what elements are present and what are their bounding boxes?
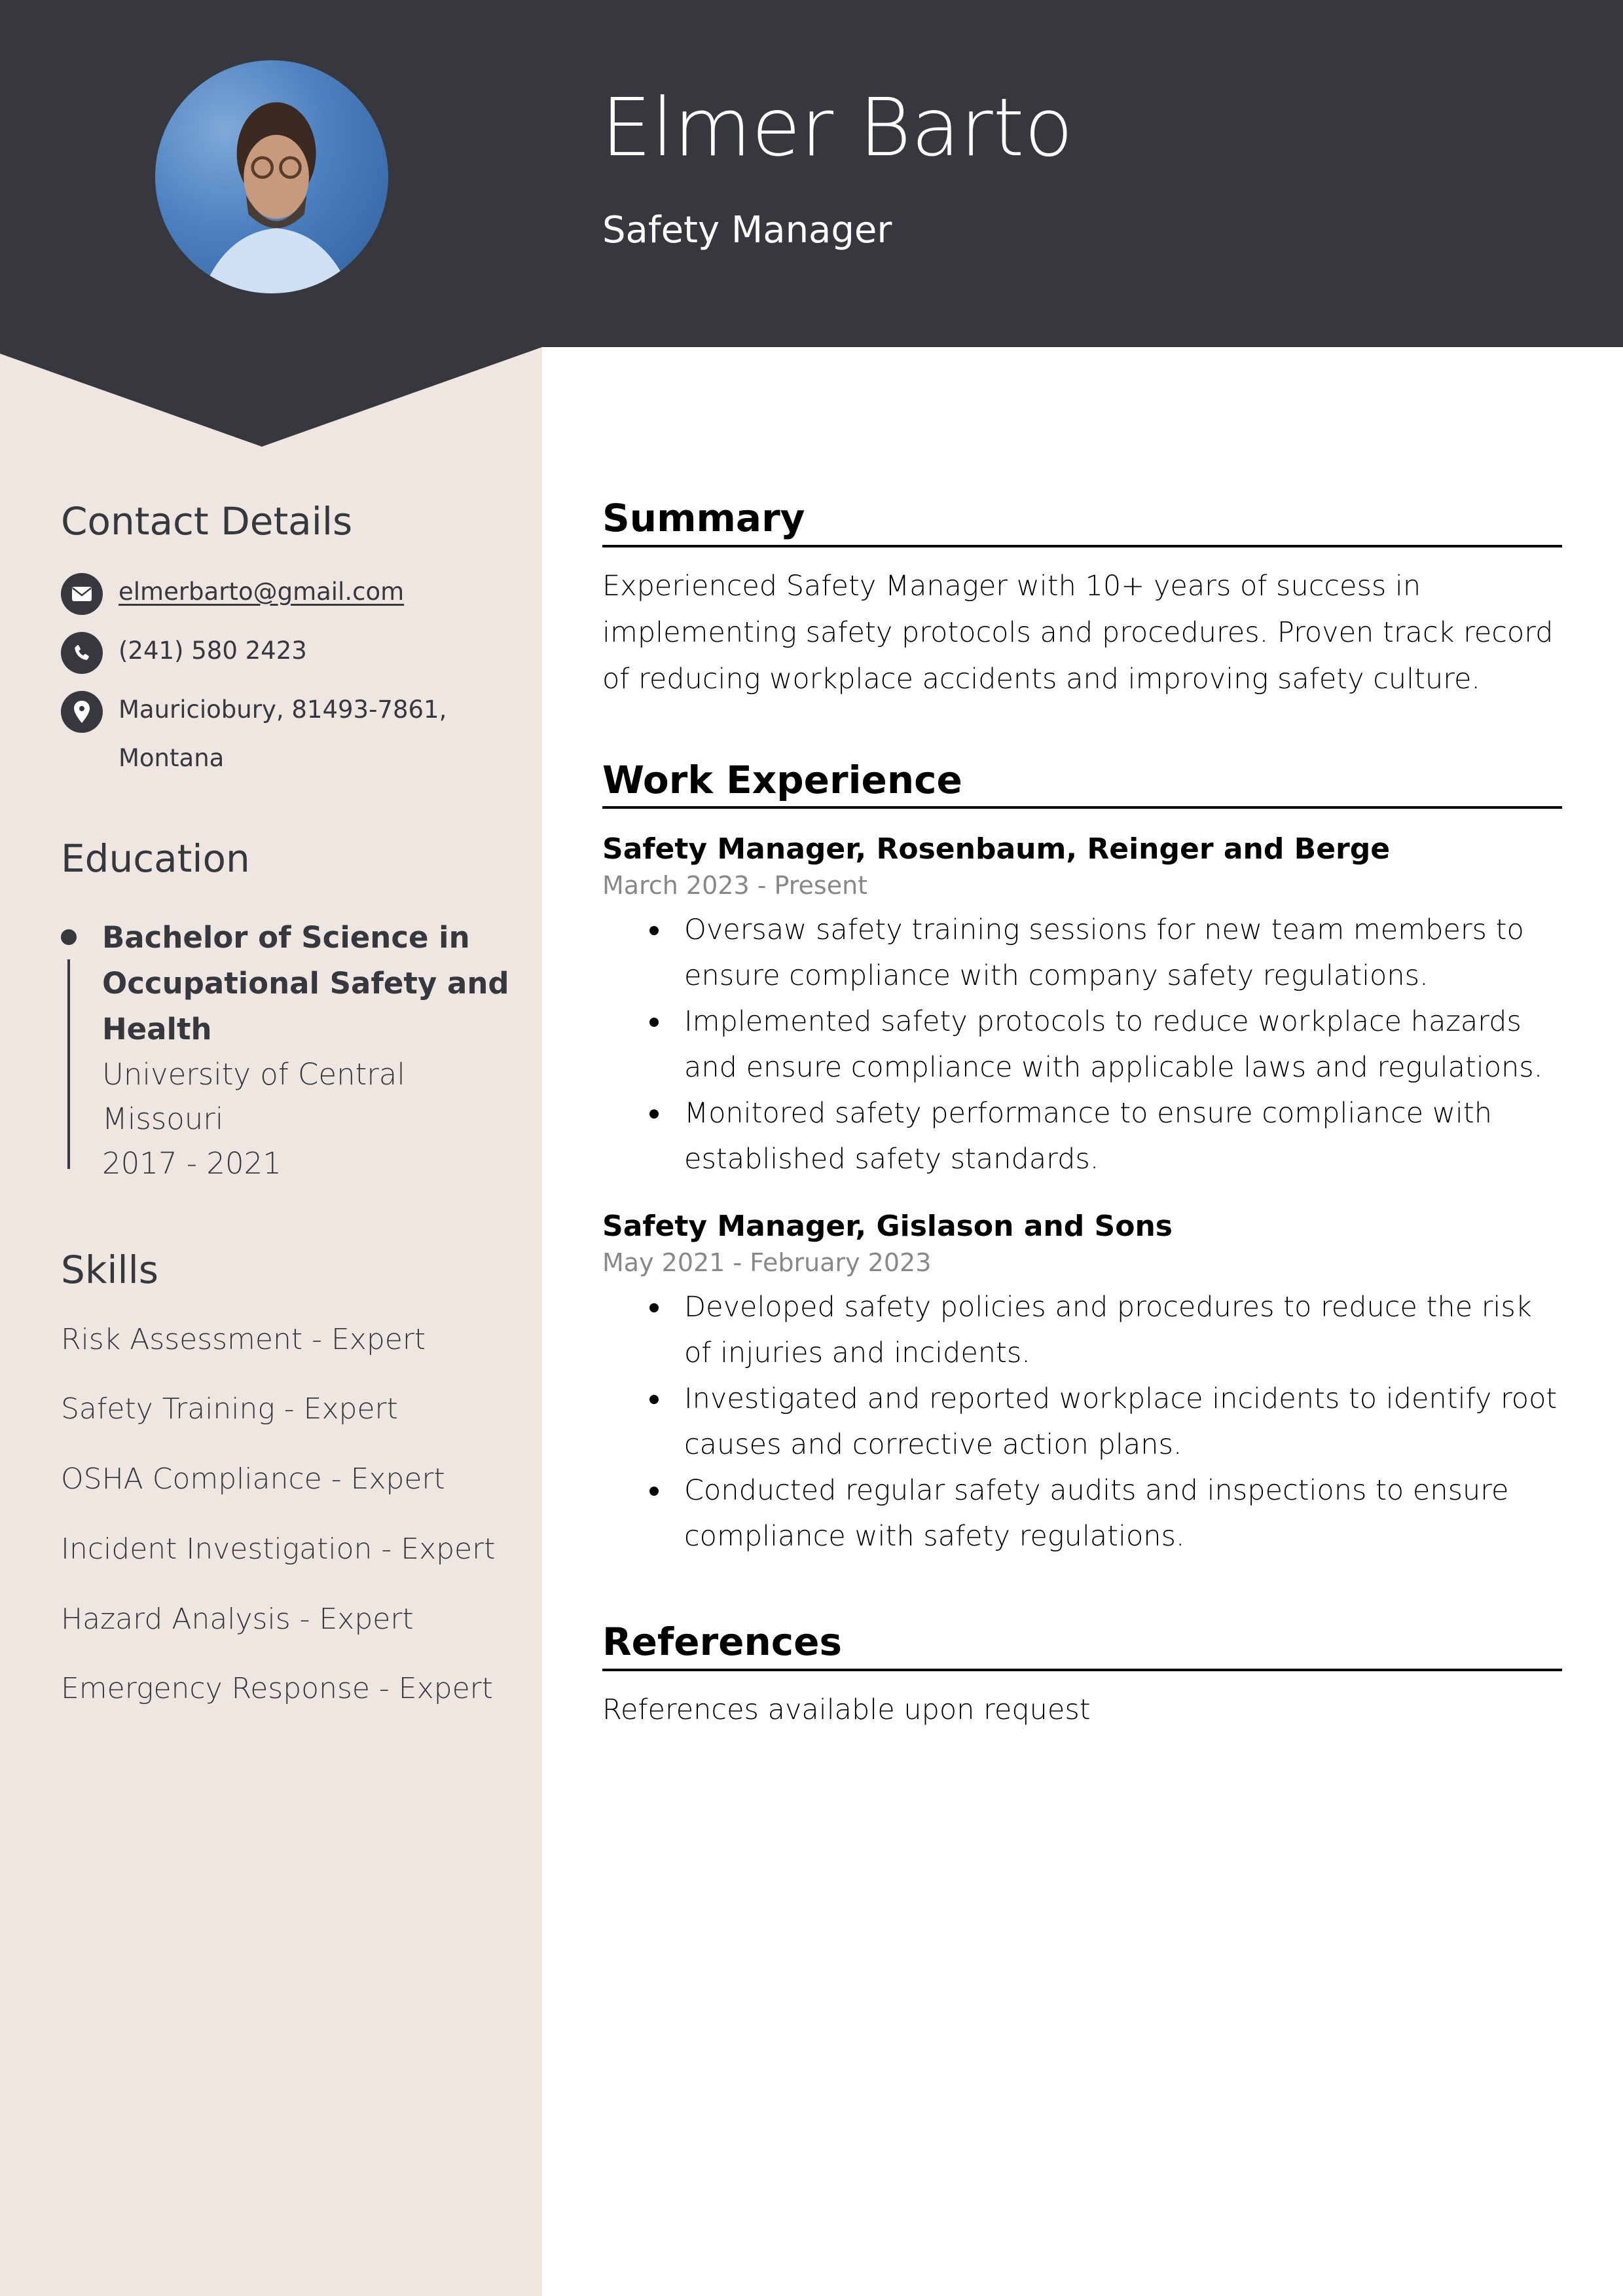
- contact-heading: Contact Details: [61, 499, 353, 544]
- timeline-line: [67, 959, 70, 1169]
- address: Mauriciobury, 81493-7861, Montana: [119, 695, 447, 772]
- email-link[interactable]: elmerbarto@gmail.com: [119, 568, 404, 616]
- contact-address: Mauriciobury, 81493-7861, Montana: [61, 690, 519, 783]
- person-avatar-icon: [202, 102, 352, 293]
- job-bullets: Developed safety policies and procedures…: [602, 1284, 1562, 1559]
- job-bullet: Implemented safety protocols to reduce w…: [602, 999, 1562, 1090]
- skill-item: OSHA Compliance - Expert: [61, 1462, 445, 1496]
- contact-email: elmerbarto@gmail.com: [61, 572, 519, 616]
- phone-icon: [61, 631, 103, 674]
- references-section: References References available upon req…: [602, 1618, 1562, 1733]
- skills-section: Skills Risk Assessment - Expert Safety T…: [61, 1246, 519, 1707]
- experience-section: Work Experience Safety Manager, Rosenbau…: [602, 756, 1562, 1560]
- education-section: Education Bachelor of Science in Occupat…: [61, 835, 519, 1187]
- job-bullet: Conducted regular safety audits and insp…: [602, 1468, 1562, 1559]
- contact-phone: (241) 580 2423: [61, 631, 519, 675]
- profile-photo: [155, 60, 388, 293]
- references-heading: References: [602, 1618, 1562, 1671]
- timeline-dot: [61, 929, 77, 945]
- education-years: 2017 - 2021: [102, 1146, 282, 1181]
- skill-item: Safety Training - Expert: [61, 1392, 398, 1426]
- job-title-company: Safety Manager, Gislason and Sons: [602, 1210, 1173, 1244]
- skill-item: Emergency Response - Expert: [61, 1672, 493, 1706]
- references-text: References available upon request: [602, 1693, 1091, 1726]
- skills-heading: Skills: [61, 1248, 158, 1292]
- education-school: University of Central Missouri: [102, 1057, 405, 1136]
- phone-number: (241) 580 2423: [119, 636, 307, 665]
- candidate-title: Safety Manager: [602, 209, 892, 251]
- skill-item: Risk Assessment - Expert: [61, 1322, 426, 1356]
- sidebar: Contact Details elmerbarto@gmail.com (24…: [61, 498, 519, 1707]
- envelope-icon: [61, 572, 103, 615]
- job-bullets: Oversaw safety training sessions for new…: [602, 907, 1562, 1182]
- skill-item: Hazard Analysis - Expert: [61, 1602, 414, 1636]
- summary-heading: Summary: [602, 494, 1562, 547]
- skill-item: Incident Investigation - Expert: [61, 1532, 496, 1566]
- candidate-name: Elmer Barto: [601, 81, 1074, 174]
- contact-section: Contact Details elmerbarto@gmail.com (24…: [61, 498, 519, 783]
- job-bullet: Developed safety policies and procedures…: [602, 1284, 1562, 1376]
- job-bullet: Oversaw safety training sessions for new…: [602, 907, 1562, 999]
- main-content: Summary Experienced Safety Manager with …: [602, 494, 1562, 1792]
- job-bullet: Investigated and reported workplace inci…: [602, 1376, 1562, 1468]
- job-dates: March 2023 - Present: [602, 870, 868, 900]
- summary-section: Summary Experienced Safety Manager with …: [602, 494, 1562, 703]
- education-heading: Education: [61, 836, 250, 881]
- job-bullet: Monitored safety performance to ensure c…: [602, 1090, 1562, 1182]
- education-degree: Bachelor of Science in Occupational Safe…: [102, 920, 509, 1046]
- summary-text: Experienced Safety Manager with 10+ year…: [602, 569, 1554, 695]
- map-pin-icon: [61, 690, 103, 733]
- education-item: Bachelor of Science in Occupational Safe…: [61, 915, 519, 1186]
- header-chevron: [0, 344, 542, 447]
- job-dates: May 2021 - February 2023: [602, 1248, 932, 1277]
- job-entry: Safety Manager, Gislason and Sons May 20…: [602, 1210, 1562, 1559]
- experience-heading: Work Experience: [602, 756, 1562, 809]
- job-title-company: Safety Manager, Rosenbaum, Reinger and B…: [602, 832, 1391, 866]
- job-entry: Safety Manager, Rosenbaum, Reinger and B…: [602, 832, 1562, 1182]
